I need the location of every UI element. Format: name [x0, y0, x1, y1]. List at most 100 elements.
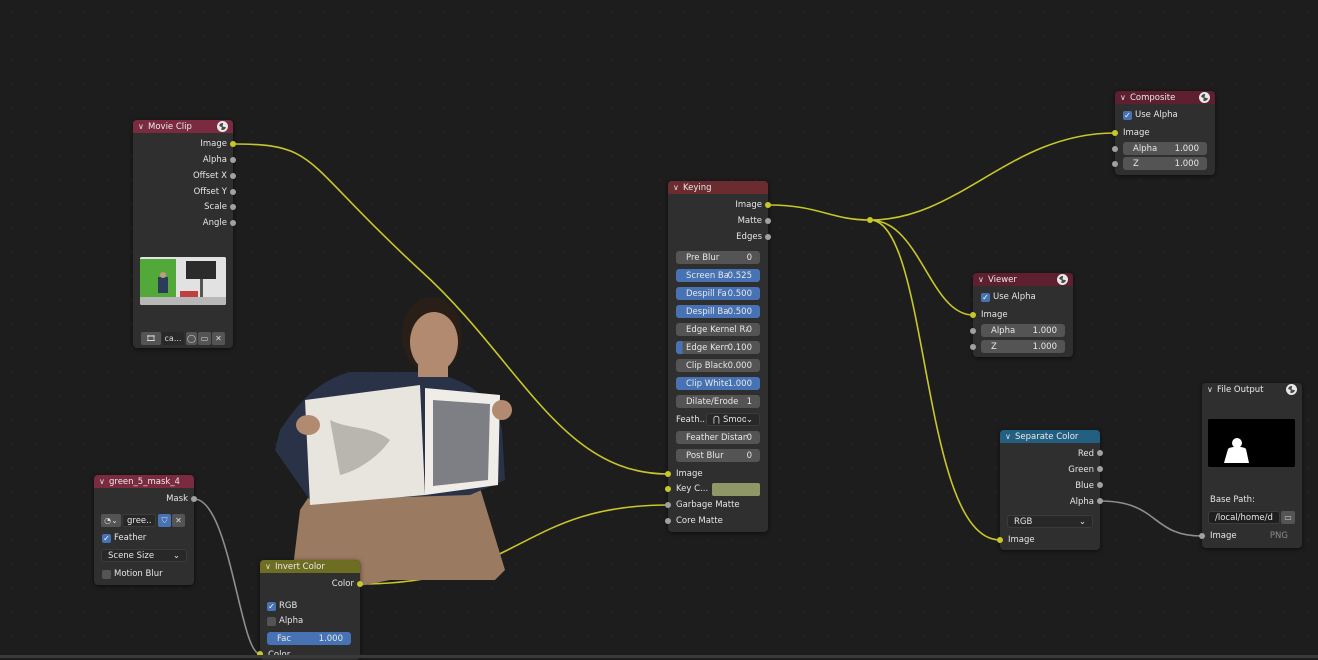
base-path-field[interactable]: /local/home/ds... — [1208, 511, 1280, 524]
close-icon[interactable]: ✕ — [172, 514, 185, 527]
mask-name-field[interactable]: gree... — [122, 514, 156, 527]
socket-in-composite-image[interactable] — [1112, 130, 1118, 136]
movie-clip-node[interactable]: ∨ Movie Clip Image Alpha Offset X Offset… — [133, 120, 233, 348]
preview-globe-icon[interactable] — [1286, 384, 1297, 395]
collapse-chevron-icon[interactable]: ∨ — [1120, 93, 1130, 102]
motion-blur-checkbox[interactable]: Motion Blur — [102, 569, 163, 579]
socket-out-alpha[interactable] — [230, 157, 236, 163]
rgb-checkbox[interactable]: ✓ RGB — [267, 601, 297, 611]
socket-out-invert-color[interactable] — [357, 581, 363, 587]
alpha-field[interactable]: Alpha 1.000 — [1123, 142, 1207, 155]
checkbox-label: Use Alpha — [993, 292, 1036, 302]
keying-header[interactable]: ∨ Keying — [668, 181, 768, 194]
output-label-offset-x: Offset X — [192, 171, 227, 181]
viewer-node[interactable]: ∨ Viewer ✓ Use Alpha Image Alpha 1.000 Z 1.… — [973, 273, 1073, 357]
composite-node[interactable]: ∨ Composite ✓ Use Alpha Image Alpha 1.000 … — [1115, 91, 1215, 175]
clip-white-field[interactable]: Clip White 1.000 — [676, 377, 760, 390]
separate-color-node[interactable]: ∨ Separate Color Red Green Blue Alpha RG… — [1000, 430, 1100, 550]
z-field[interactable]: Z 1.000 — [981, 340, 1065, 353]
collapse-chevron-icon[interactable]: ∨ — [673, 183, 683, 192]
clip-browse-button[interactable]: 🎞 — [141, 332, 161, 345]
z-field[interactable]: Z 1.000 — [1123, 157, 1207, 170]
socket-out-image[interactable] — [230, 141, 236, 147]
collapse-chevron-icon[interactable]: ∨ — [978, 275, 988, 284]
viewer-header[interactable]: ∨ Viewer — [973, 273, 1073, 286]
socket-out-mask[interactable] — [191, 496, 197, 502]
mask-browse-button[interactable]: ◔⌄ — [101, 514, 121, 527]
collapse-chevron-icon[interactable]: ∨ — [138, 122, 148, 131]
separate-color-header[interactable]: ∨ Separate Color — [1000, 430, 1100, 443]
preview-globe-icon[interactable] — [1199, 92, 1210, 103]
edge-kernel-radius-field[interactable]: Edge Kernel Ra 0 — [676, 323, 760, 336]
socket-out-keying-matte[interactable] — [765, 218, 771, 224]
post-blur-field[interactable]: Post Blur 0 — [676, 449, 760, 462]
composite-header[interactable]: ∨ Composite — [1115, 91, 1215, 104]
socket-in-composite-alpha[interactable] — [1112, 146, 1118, 152]
mask-header[interactable]: ∨ green_5_mask_4 — [94, 475, 194, 488]
alpha-field[interactable]: Alpha 1.000 — [981, 324, 1065, 337]
close-icon[interactable]: ✕ — [212, 332, 225, 345]
socket-in-viewer-image[interactable] — [970, 312, 976, 318]
socket-out-offset-y[interactable] — [230, 189, 236, 195]
use-alpha-checkbox[interactable]: ✓ Use Alpha — [981, 292, 1036, 302]
fac-field[interactable]: Fac 1.000 — [267, 632, 351, 645]
socket-in-keying-image[interactable] — [665, 471, 671, 477]
fake-user-shield-icon[interactable]: ⛉ — [158, 514, 171, 527]
feather-distance-field[interactable]: Feather Distan 0 — [676, 431, 760, 444]
movie-clip-header[interactable]: ∨ Movie Clip — [133, 120, 233, 133]
socket-out-offset-x[interactable] — [230, 173, 236, 179]
checkbox-label: Alpha — [279, 616, 304, 626]
smooth-falloff-icon: ⋂ — [713, 414, 720, 425]
despill-balance-field[interactable]: Despill Ba 0.500 — [676, 305, 760, 318]
preview-globe-icon[interactable] — [1057, 274, 1068, 285]
socket-in-viewer-z[interactable] — [970, 344, 976, 350]
preview-globe-icon[interactable] — [217, 121, 228, 132]
socket-in-viewer-alpha[interactable] — [970, 328, 976, 334]
feather-falloff-dropdown[interactable]: ⋂ Smooth ⌄ — [706, 413, 760, 426]
alpha-checkbox[interactable]: Alpha — [267, 616, 303, 626]
socket-in-separate-image[interactable] — [997, 537, 1003, 543]
socket-out-green[interactable] — [1097, 466, 1103, 472]
socket-out-angle[interactable] — [230, 220, 236, 226]
invert-color-node[interactable]: ∨ Invert Color Color ✓ RGB Alpha Fac 1.000… — [260, 560, 360, 660]
edge-kernel-tolerance-field[interactable]: Edge Kern 0.100 — [676, 341, 760, 354]
socket-out-scale[interactable] — [230, 204, 236, 210]
collapse-chevron-icon[interactable]: ∨ — [1207, 385, 1217, 394]
socket-out-keying-image[interactable] — [765, 202, 771, 208]
collapse-chevron-icon[interactable]: ∨ — [265, 562, 275, 571]
socket-in-garbage-matte[interactable] — [665, 502, 671, 508]
key-color-swatch[interactable] — [712, 483, 760, 496]
clip-name-field[interactable]: ca... — [162, 332, 184, 345]
fake-user-icon[interactable]: ◯ — [186, 332, 197, 345]
collapse-chevron-icon[interactable]: ∨ — [1005, 432, 1015, 441]
collapse-chevron-icon[interactable]: ∨ — [99, 477, 109, 486]
file-output-node[interactable]: ∨ File Output Base Path: /local/home/ds.… — [1202, 383, 1302, 548]
keying-node[interactable]: ∨ Keying Image Matte Edges Pre Blur 0 Scr… — [668, 181, 768, 532]
socket-out-blue[interactable] — [1097, 482, 1103, 488]
folder-icon[interactable]: ▭ — [198, 332, 211, 345]
size-source-dropdown[interactable]: Scene Size ⌄ — [101, 549, 187, 562]
socket-out-alpha[interactable] — [1097, 498, 1103, 504]
socket-in-core-matte[interactable] — [665, 518, 671, 524]
socket-in-key-color[interactable] — [665, 486, 671, 492]
socket-in-file-output-image[interactable] — [1199, 533, 1205, 539]
socket-out-red[interactable] — [1097, 450, 1103, 456]
checkbox-empty-icon — [267, 616, 276, 626]
mask-node[interactable]: ∨ green_5_mask_4 Mask ◔⌄ gree... ⛉ ✕ ✓Fe… — [94, 475, 194, 585]
folder-icon[interactable]: ▭ — [1281, 511, 1295, 524]
clip-black-field[interactable]: Clip Black 0.000 — [676, 359, 760, 372]
field-label: Pre Blur — [686, 252, 720, 263]
socket-in-composite-z[interactable] — [1112, 161, 1118, 167]
socket-out-keying-edges[interactable] — [765, 234, 771, 240]
checkbox-label: Use Alpha — [1135, 110, 1178, 120]
dilate-erode-field[interactable]: Dilate/Erode 1 — [676, 395, 760, 408]
screen-balance-field[interactable]: Screen Ba 0.525 — [676, 269, 760, 282]
file-output-header[interactable]: ∨ File Output — [1202, 383, 1302, 396]
color-mode-dropdown[interactable]: RGB ⌄ — [1007, 515, 1093, 528]
invert-color-header[interactable]: ∨ Invert Color — [260, 560, 360, 573]
feather-checkbox[interactable]: ✓ Feather — [102, 533, 146, 543]
field-label: Edge Kernel Ra — [686, 324, 747, 335]
pre-blur-field[interactable]: Pre Blur 0 — [676, 251, 760, 264]
despill-factor-field[interactable]: Despill Fa 0.500 — [676, 287, 760, 300]
use-alpha-checkbox[interactable]: ✓ Use Alpha — [1123, 110, 1178, 120]
